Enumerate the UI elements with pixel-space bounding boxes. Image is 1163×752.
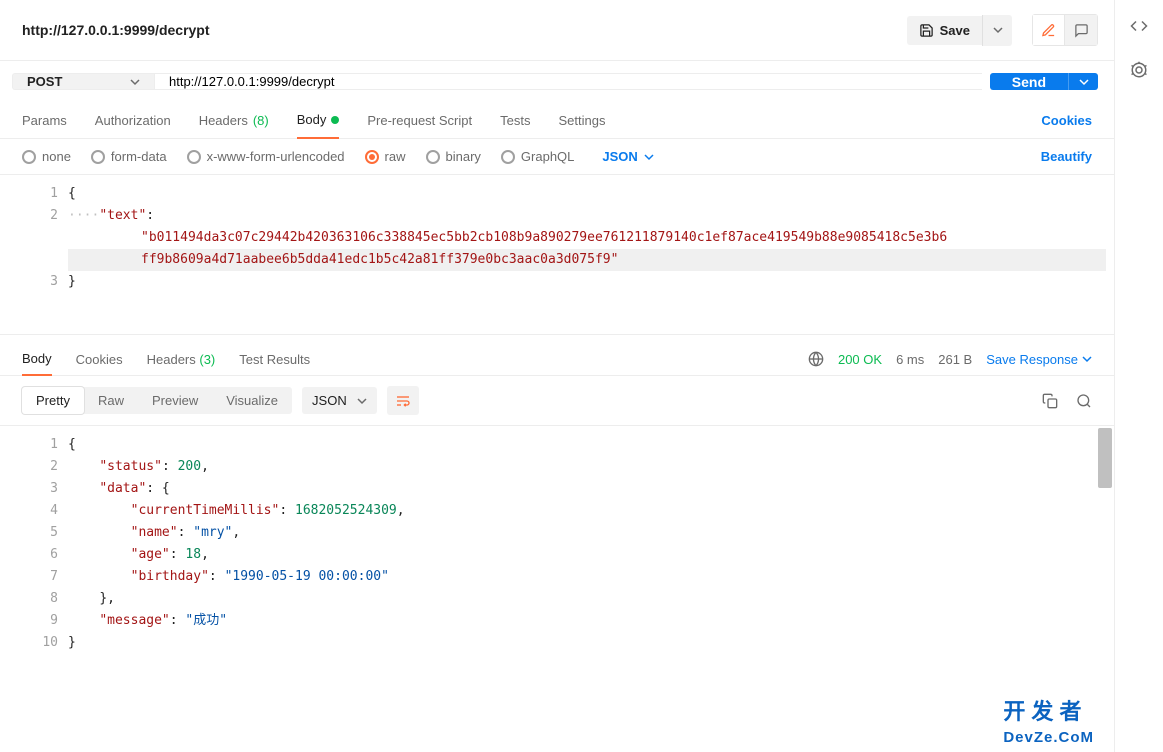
save-group: Save <box>907 15 1012 46</box>
chevron-down-icon <box>1079 77 1089 87</box>
tab-params[interactable]: Params <box>22 103 67 138</box>
view-preview[interactable]: Preview <box>138 387 212 414</box>
body-type-none[interactable]: none <box>22 149 71 164</box>
response-format-dropdown[interactable]: JSON <box>302 387 377 414</box>
tab-prerequest[interactable]: Pre-request Script <box>367 103 472 138</box>
chevron-down-icon <box>1082 354 1092 364</box>
scrollbar-thumb[interactable] <box>1098 428 1112 488</box>
response-time: 6 ms <box>896 352 924 367</box>
resp-tab-body[interactable]: Body <box>22 343 52 376</box>
url-input[interactable] <box>154 73 982 90</box>
radio-icon <box>501 150 515 164</box>
response-tabs: Body Cookies Headers (3) Test Results 20… <box>0 335 1114 376</box>
response-meta: 200 OK 6 ms 261 B Save Response <box>808 351 1092 367</box>
body-format-dropdown[interactable]: JSON <box>602 149 653 164</box>
response-code: { "status": 200, "data": { "currentTimeM… <box>68 434 1106 744</box>
globe-icon[interactable] <box>808 351 824 367</box>
radio-icon <box>187 150 201 164</box>
copy-icon[interactable] <box>1042 393 1058 409</box>
tab-body[interactable]: Body <box>297 102 340 139</box>
view-pretty[interactable]: Pretty <box>22 387 84 414</box>
tab-headers-label: Headers <box>199 113 248 128</box>
body-type-graphql[interactable]: GraphQL <box>501 149 574 164</box>
tab-body-dot-icon <box>331 116 339 124</box>
view-raw[interactable]: Raw <box>84 387 138 414</box>
radio-icon <box>22 150 36 164</box>
body-type-formdata[interactable]: form-data <box>91 149 167 164</box>
send-button[interactable]: Send <box>990 73 1068 90</box>
comment-icon-button[interactable] <box>1065 15 1097 45</box>
view-segment: Pretty Raw Preview Visualize <box>22 387 292 414</box>
send-dropdown-button[interactable] <box>1068 73 1098 90</box>
tab-body-label: Body <box>297 112 327 127</box>
response-size: 261 B <box>938 352 972 367</box>
resp-tab-tests[interactable]: Test Results <box>239 344 310 375</box>
send-group: Send <box>990 73 1098 90</box>
radio-icon <box>365 150 379 164</box>
body-type-raw[interactable]: raw <box>365 149 406 164</box>
status-code: 200 OK <box>838 352 882 367</box>
editor-gutter: 123 <box>8 183 68 326</box>
tab-authorization[interactable]: Authorization <box>95 103 171 138</box>
wrap-toggle-button[interactable] <box>387 386 419 415</box>
code-icon[interactable] <box>1129 16 1149 36</box>
response-gutter: 12345678910 <box>8 434 68 744</box>
tab-tests[interactable]: Tests <box>500 103 530 138</box>
request-tabs: Params Authorization Headers (8) Body Pr… <box>0 102 1114 139</box>
right-icon-group <box>1032 14 1098 46</box>
chevron-down-icon <box>993 25 1003 35</box>
info-icon[interactable] <box>1129 60 1149 80</box>
cookies-link[interactable]: Cookies <box>1041 113 1092 128</box>
chevron-down-icon <box>130 77 140 87</box>
view-bar-right <box>1042 393 1092 409</box>
view-visualize[interactable]: Visualize <box>212 387 292 414</box>
radio-icon <box>426 150 440 164</box>
save-label: Save <box>940 23 970 38</box>
save-button[interactable]: Save <box>907 16 982 45</box>
request-body-editor[interactable]: 123 { ····"text": "b011494da3c07c29442b4… <box>0 175 1114 335</box>
url-row: POST Send <box>0 61 1114 102</box>
tab-settings[interactable]: Settings <box>558 103 605 138</box>
resp-tab-cookies[interactable]: Cookies <box>76 344 123 375</box>
resp-tab-headers[interactable]: Headers (3) <box>147 344 216 375</box>
chevron-down-icon <box>644 152 654 162</box>
right-rail <box>1115 0 1163 752</box>
body-types-row: none form-data x-www-form-urlencoded raw… <box>0 139 1114 175</box>
tab-headers-count: (8) <box>253 113 269 128</box>
method-value: POST <box>27 74 62 89</box>
method-select[interactable]: POST <box>12 73 154 90</box>
chevron-down-icon <box>357 396 367 406</box>
body-type-binary[interactable]: binary <box>426 149 481 164</box>
edit-icon-button[interactable] <box>1033 15 1065 45</box>
save-response-button[interactable]: Save Response <box>986 352 1092 367</box>
tab-headers[interactable]: Headers (8) <box>199 103 269 138</box>
body-type-xwww[interactable]: x-www-form-urlencoded <box>187 149 345 164</box>
search-icon[interactable] <box>1076 393 1092 409</box>
request-title: http://127.0.0.1:9999/decrypt <box>22 22 899 38</box>
save-icon <box>919 23 934 38</box>
body-format-value: JSON <box>602 149 637 164</box>
radio-icon <box>91 150 105 164</box>
editor-code[interactable]: { ····"text": "b011494da3c07c29442b42036… <box>68 183 1106 326</box>
beautify-button[interactable]: Beautify <box>1041 149 1092 164</box>
titlebar: http://127.0.0.1:9999/decrypt Save <box>0 0 1114 61</box>
view-bar: Pretty Raw Preview Visualize JSON <box>0 376 1114 426</box>
response-body-viewer[interactable]: 12345678910 { "status": 200, "data": { "… <box>0 426 1114 752</box>
save-dropdown-button[interactable] <box>982 15 1012 46</box>
wrap-icon <box>395 393 411 409</box>
main-area: http://127.0.0.1:9999/decrypt Save POST <box>0 0 1115 752</box>
